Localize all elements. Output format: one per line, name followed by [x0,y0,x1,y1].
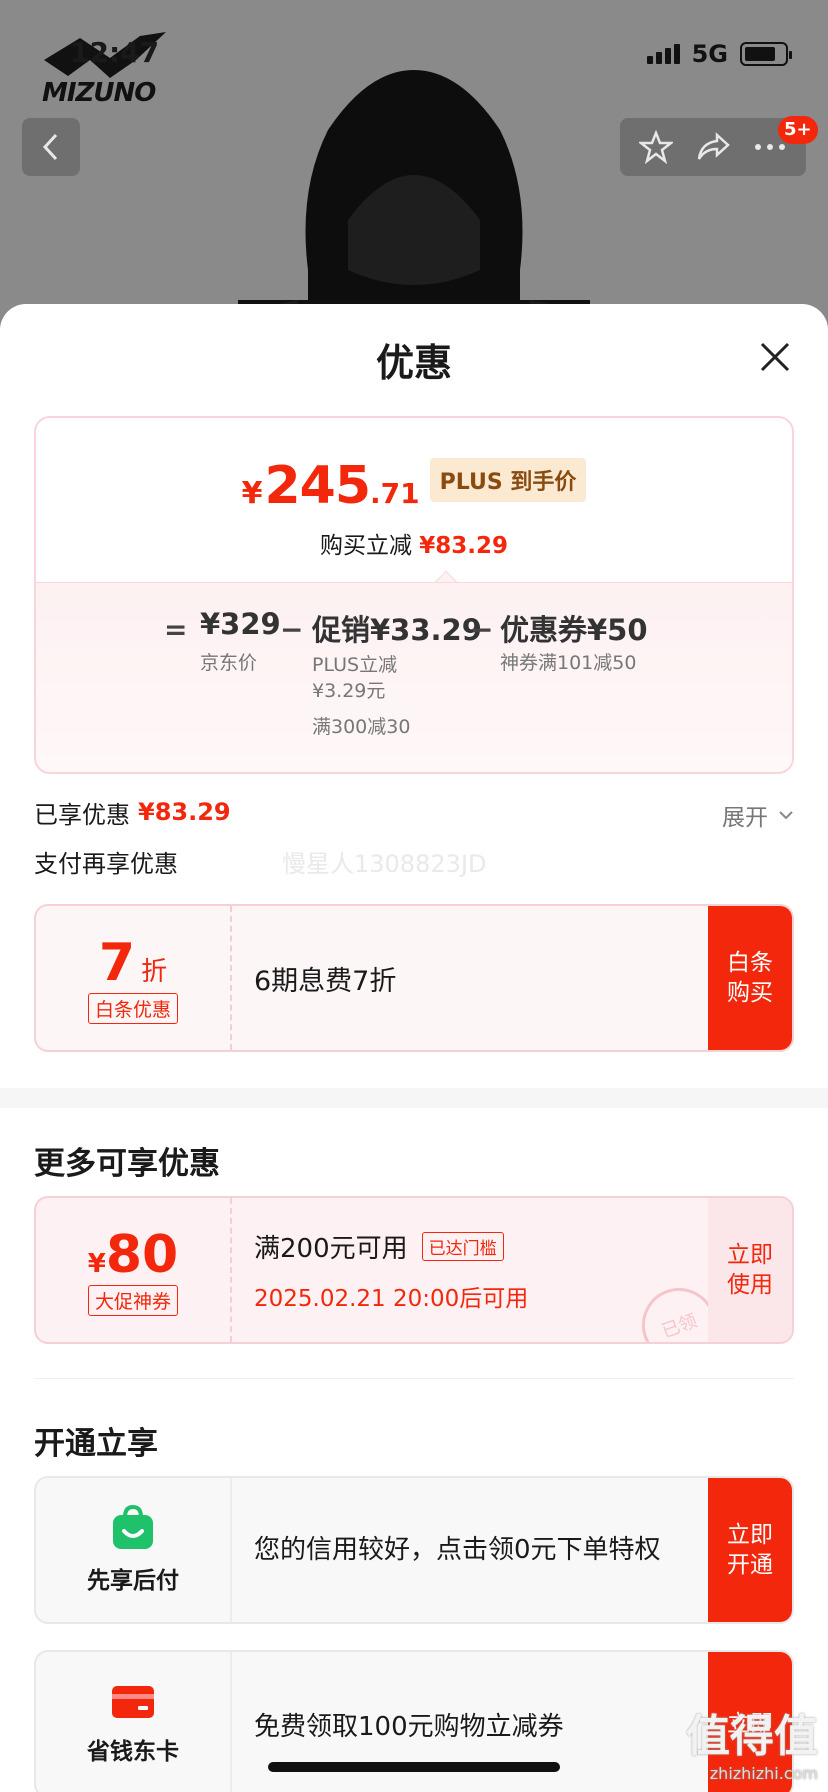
more-icon[interactable] [753,142,787,152]
pay-more-title: 支付再享优惠 [34,850,178,878]
coupon-card[interactable]: ¥ 80 大促神券 满200元可用 已达门槛 2025.02.21 20:00后… [34,1196,794,1344]
network-type: 5G [691,40,728,68]
promo-detail: PLUS立减 [312,654,398,676]
discount-sheet: 优惠 ¥ 245 .71 PLUS 到手价 购买立减 ¥83.29 = ¥329… [0,304,828,1792]
savings-card-desc: 免费领取100元购物立减券 [254,1711,564,1742]
more-offers-title: 更多可享优惠 [34,1146,220,1182]
chevron-left-icon [42,133,58,161]
promo-detail: ¥3.29元 [312,680,386,702]
status-time: 12:47 [70,36,160,69]
product-backdrop: MIZUNO 12:47 5G 5+ [0,0,828,330]
jacket-image [238,70,590,330]
user-watermark: 慢星人1308823JD [282,850,487,878]
pay-later-card[interactable]: 先享后付 您的信用较好，点击领0元下单特权 立即开通 [34,1476,794,1624]
battery-icon [740,42,792,66]
open-pay-later-button[interactable]: 立即开通 [708,1478,792,1622]
baitiao-buy-button[interactable]: 白条购买 [708,906,792,1050]
back-button[interactable] [22,118,80,176]
final-price: ¥ 245 .71 [241,456,420,516]
pay-later-desc: 您的信用较好，点击领0元下单特权 [254,1535,661,1565]
site-watermark: 值得值 zhizhizhi.com [686,1711,818,1783]
minus-sign: − [470,613,494,646]
price-formula: = ¥329 京东价 − 促销¥33.29 PLUS立减 ¥3.29元 满300… [36,582,792,772]
baitiao-tag: 白条优惠 [87,992,178,1024]
threshold-tag: 已达门槛 [421,1231,504,1261]
base-price: ¥329 [200,607,281,641]
promo-detail: 满300减30 [312,716,411,738]
expand-button[interactable]: 展开 [722,798,794,832]
saved-summary: 已享优惠 ¥83.29 展开 [34,792,794,832]
card-icon [112,1686,154,1718]
base-price-label: 京东价 [200,652,258,674]
share-icon[interactable] [695,131,731,163]
star-icon[interactable] [639,130,673,164]
signal-icon [646,44,680,64]
message-badge: 5+ [778,116,818,144]
sheet-title: 优惠 [375,341,452,385]
status-indicators: 5G [646,40,792,68]
discount-number: 7 [98,932,136,993]
coupon-tag: 大促神券 [87,1284,178,1316]
open-offers-title: 开通立享 [34,1426,158,1462]
coupon-time: 2025.02.21 20:00后可用 [254,1285,529,1312]
brand-name: MIZUNO [42,78,156,108]
coupon-amount: 80 [105,1224,179,1285]
equals-sign: = [164,613,188,646]
baitiao-offer-card[interactable]: 7 折 白条优惠 6期息费7折 白条购买 [34,904,794,1052]
use-coupon-button[interactable]: 立即使用 [708,1198,792,1342]
close-icon[interactable] [758,340,792,374]
pay-later-name: 先享后付 [87,1568,179,1594]
coupon-label: 神券满101减50 [500,652,637,674]
minus-sign: − [280,613,304,646]
promo-value: 促销¥33.29 [312,613,482,647]
home-indicator[interactable] [268,1762,560,1772]
coupon-value: 优惠券¥50 [500,613,648,647]
saved-amount: ¥83.29 [138,798,231,826]
baitiao-desc: 6期息费7折 [254,965,397,997]
price-breakdown-card: ¥ 245 .71 PLUS 到手价 购买立减 ¥83.29 = ¥329 京东… [34,416,794,774]
coupon-condition: 满200元可用 [254,1233,408,1264]
savings-card-name: 省钱东卡 [87,1739,179,1765]
chevron-down-icon [779,811,793,820]
shopping-bag-icon [113,1505,153,1549]
plus-price-tag: PLUS 到手价 [429,458,587,502]
instant-discount: 购买立减 ¥83.29 [319,533,509,559]
